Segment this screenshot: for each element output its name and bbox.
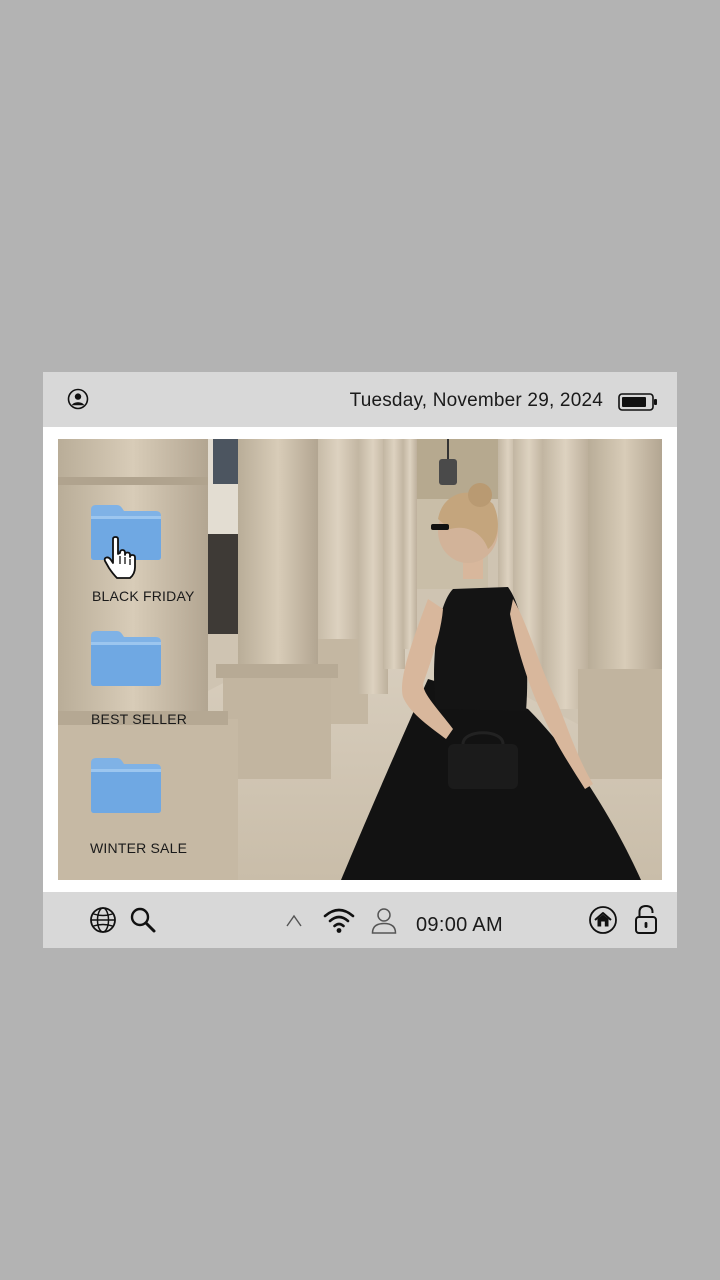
search-icon[interactable] [129,906,157,939]
folder-icon[interactable] [89,628,163,688]
home-icon[interactable] [588,905,618,940]
date-display: Tuesday, November 29, 2024 [349,390,603,411]
globe-icon[interactable] [89,906,117,939]
folder-label: BEST SELLER [91,711,188,727]
folder-label: BLACK FRIDAY [92,588,195,604]
battery-icon [618,392,658,412]
folder-icon[interactable] [89,755,163,815]
hand-pointer-icon [103,536,137,580]
wifi-icon[interactable] [323,906,355,939]
clock-display: 09:00 AM [416,914,503,936]
desktop-window: Tuesday, November 29, 2024 BLACK FRIDAY … [43,372,677,948]
folder-label: WINTER SALE [90,840,188,856]
top-status-bar: Tuesday, November 29, 2024 [43,372,677,427]
lock-icon[interactable] [633,903,659,940]
user-circle-icon[interactable] [67,388,89,410]
user-icon[interactable] [370,906,398,941]
chevron-up-icon[interactable] [285,914,303,933]
taskbar: 09:00 AM [43,892,677,948]
